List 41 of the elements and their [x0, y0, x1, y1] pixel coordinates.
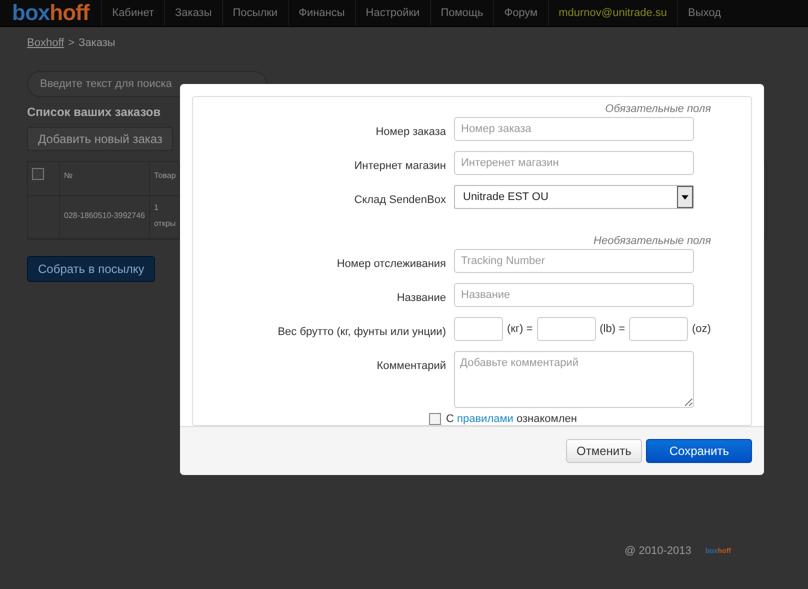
logout-link[interactable]: Выход	[677, 0, 731, 26]
field-label: Интернет магазин	[353, 159, 446, 172]
field-label: Номер отслеживания	[336, 257, 446, 270]
comment-field[interactable]: Добавьте комментарий	[454, 351, 694, 408]
section-title: Список ваших заказов	[27, 105, 161, 119]
agreement-text: С правилами ознакомлен	[446, 413, 577, 425]
nav-link[interactable]: Форум	[493, 0, 548, 26]
save-button[interactable]: Сохранить	[646, 439, 752, 463]
select-field[interactable]: Unitrade EST OU	[454, 185, 694, 209]
unit-label: (oz)	[692, 323, 711, 335]
nav-link[interactable]: Финансы	[288, 0, 355, 26]
nav-link[interactable]: Настройки	[354, 0, 430, 26]
field-label: Номер заказа	[374, 125, 446, 138]
unit-label: (lb) =	[600, 323, 626, 335]
copyright-text: @ 2010-2013	[624, 545, 692, 557]
add-order-button[interactable]: Добавить новый заказ	[27, 127, 174, 151]
text-field[interactable]: Tracking Number	[454, 249, 694, 273]
text-field[interactable]: Интеренет магазин	[454, 151, 694, 175]
breadcrumb-current: Заказы	[78, 37, 116, 49]
field-label: Вес брутто (кг, фунты или унции)	[276, 325, 446, 338]
field-label: Комментарий	[376, 359, 446, 372]
field-label: Название	[396, 291, 446, 304]
field-label: Склад SendenBox	[353, 193, 446, 206]
nav-link[interactable]: Посылки	[222, 0, 288, 26]
text-field[interactable]: Название	[454, 283, 694, 307]
table-cell: 028-1860510-3992746	[60, 196, 150, 239]
section-heading: Необязательные поля	[594, 235, 711, 247]
nav-link[interactable]: Помощь	[430, 0, 494, 26]
logo[interactable]: boxhoff	[0, 0, 102, 26]
cancel-button[interactable]: Отменить	[566, 439, 642, 463]
section-heading: Обязательные поля	[605, 103, 711, 115]
unit-label: (кг) =	[507, 323, 533, 335]
breadcrumb-link[interactable]: Boxhoff	[27, 37, 64, 49]
breadcrumb-separator: >	[68, 37, 75, 49]
text-field[interactable]: Номер заказа	[454, 117, 694, 141]
rules-link[interactable]: правилами	[457, 413, 514, 425]
collect-button[interactable]: Собрать в посылку	[27, 256, 156, 282]
user-link[interactable]: mdurnov@unitrade.su	[548, 0, 678, 26]
table-header-cell: №	[60, 162, 150, 196]
nav-link[interactable]: Заказы	[164, 0, 222, 26]
nav-link[interactable]: Кабинет	[101, 0, 164, 26]
